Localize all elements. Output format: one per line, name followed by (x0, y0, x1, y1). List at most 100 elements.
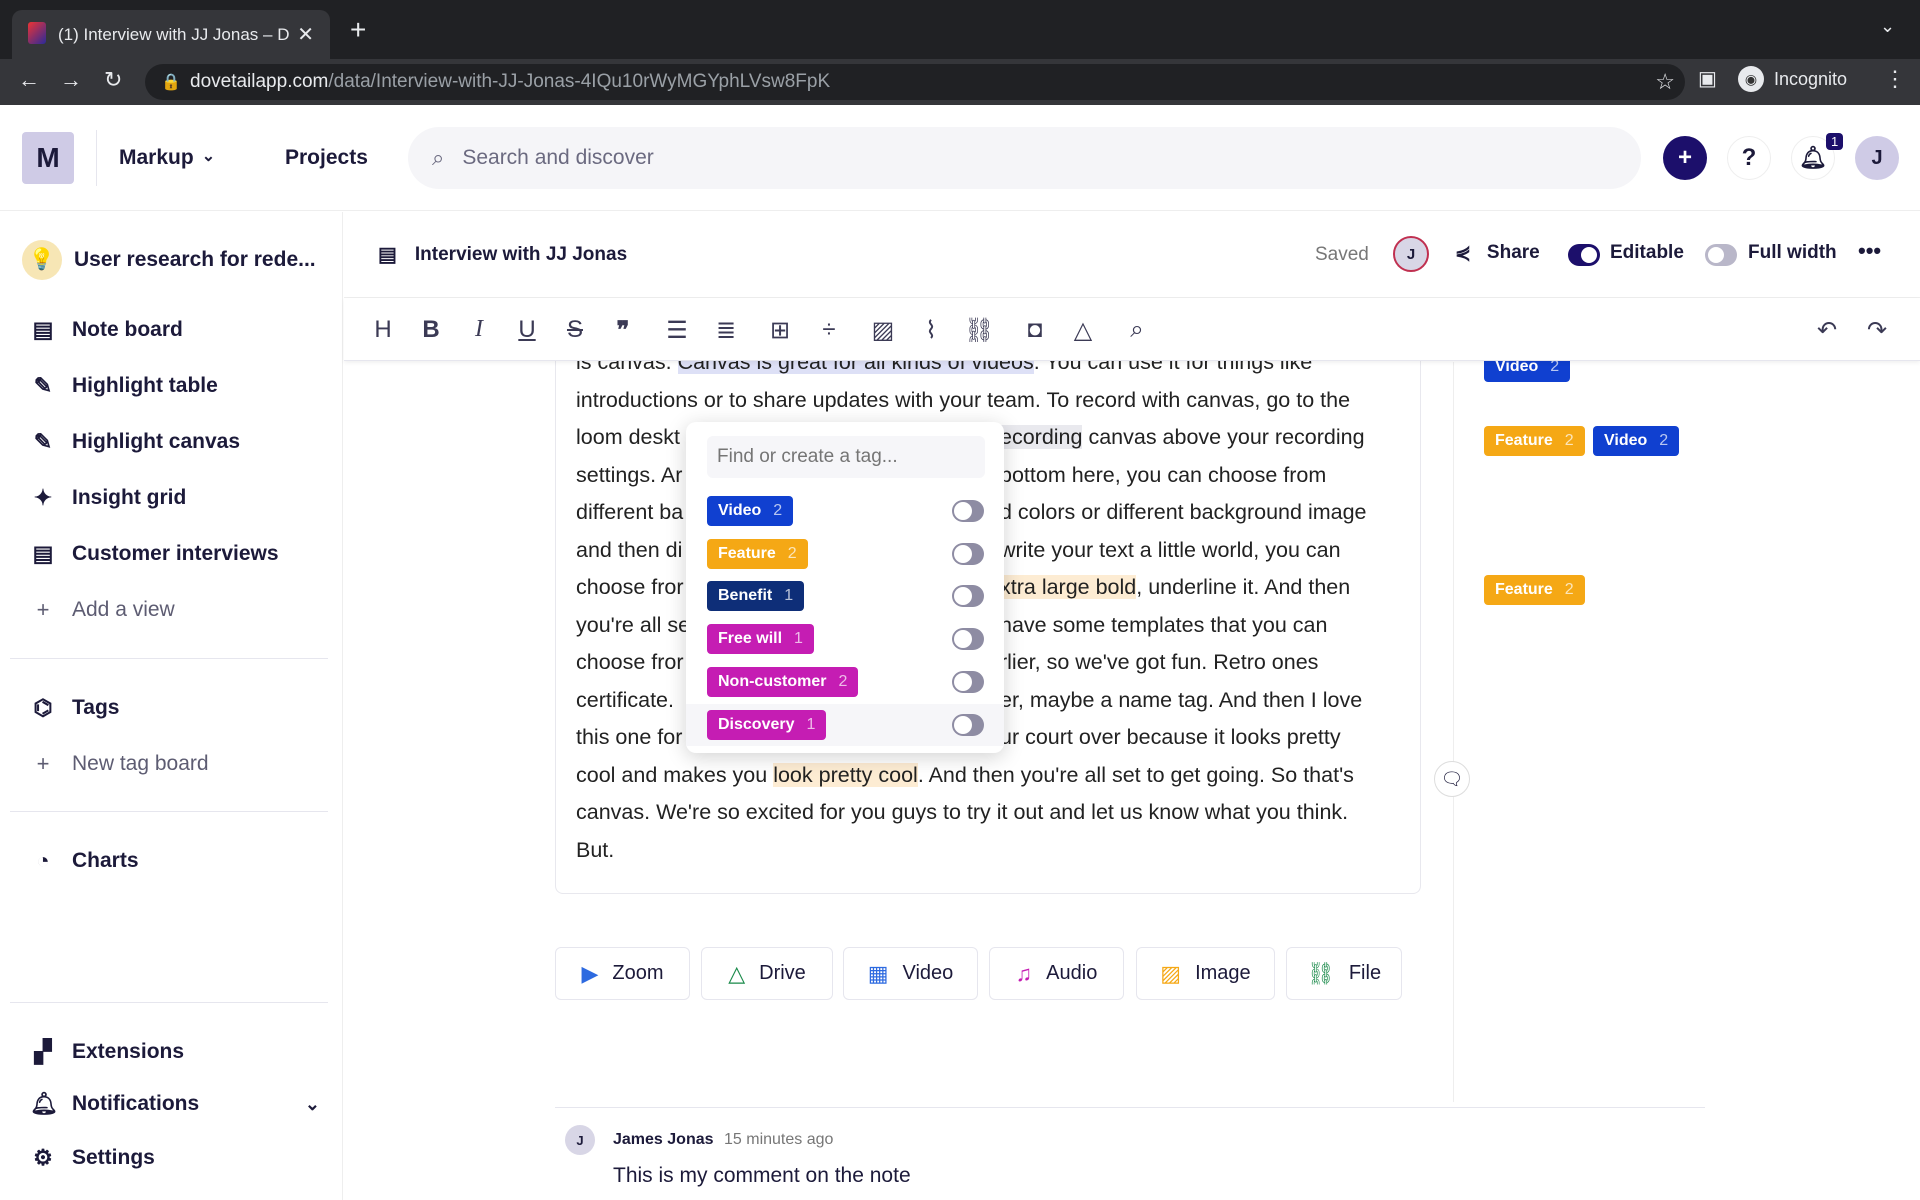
undo-icon[interactable]: ↶ (1812, 316, 1842, 345)
tag-toggle[interactable] (952, 585, 984, 608)
tag-toggle[interactable] (952, 542, 984, 565)
transcript-line[interactable]: canvas. We're so excited for you guys to… (576, 800, 1348, 825)
transcript-line-right[interactable]: xtra large bold, underline it. And then (1000, 575, 1350, 600)
highlighted-text[interactable]: xtra large bold (1000, 575, 1137, 599)
tag-option[interactable]: Feature 2 (686, 533, 1004, 575)
quote-icon[interactable]: ❞ (608, 316, 638, 345)
transcript-line[interactable]: certificate. (576, 688, 674, 713)
help-button[interactable]: ? (1727, 136, 1771, 180)
side-panel-icon[interactable]: ▣ (1698, 66, 1717, 91)
transcript-line-right[interactable]: have some templates that you can (1000, 613, 1327, 638)
browser-tab[interactable]: (1) Interview with JJ Jonas – D ✕ (12, 10, 330, 59)
transcript-line[interactable]: loom deskt (576, 425, 680, 450)
transcript-line[interactable]: cool and makes you look pretty cool. And… (576, 762, 1354, 788)
margin-tag[interactable]: Video 2 (1593, 426, 1680, 456)
back-icon[interactable]: ← (18, 67, 40, 93)
transcript-line-right[interactable]: ur court over because it looks pretty (1000, 725, 1341, 750)
share-button[interactable]: ⋞ Share (1455, 242, 1540, 265)
transcript-line-right[interactable]: rlier, so we've got fun. Retro ones (1000, 650, 1318, 675)
transcript-line[interactable]: introductions or to share updates with y… (576, 388, 1350, 413)
sidebar-item-tags[interactable]: ⌬ Tags (30, 695, 119, 721)
bold-icon[interactable]: B (416, 316, 446, 344)
document-title[interactable]: Interview with JJ Jonas (415, 244, 627, 266)
url-field[interactable]: 🔒 dovetailapp.com/data/Interview-with-JJ… (145, 64, 1685, 100)
reload-icon[interactable]: ↻ (104, 67, 122, 93)
search-replace-icon[interactable]: ⌕ (1122, 316, 1152, 344)
audio-button[interactable]: ♫ Audio (989, 947, 1124, 1000)
highlighted-text[interactable]: look pretty cool (773, 762, 918, 787)
transcript-line-right[interactable]: bottom here, you can choose from (1000, 463, 1326, 488)
tab-list-chevron-icon[interactable]: ⌄ (1880, 16, 1895, 37)
sidebar-item-note-board[interactable]: ▤ Note board (30, 317, 183, 343)
collaborator-avatar[interactable]: J (1393, 236, 1429, 272)
drive-button[interactable]: △ Drive (701, 947, 833, 1000)
tag-option[interactable]: Non-customer 2 (686, 661, 1004, 703)
zoom-button[interactable]: ▶ Zoom (555, 947, 690, 1000)
file-button[interactable]: ⛓ File (1286, 947, 1402, 1000)
new-tab-icon[interactable]: + (350, 14, 366, 46)
heading-icon[interactable]: H (368, 316, 398, 344)
new-tag-board-button[interactable]: + New tag board (30, 751, 209, 777)
workspace-menu[interactable]: Markup ⌄ (119, 146, 215, 170)
transcript-line[interactable]: you're all se (576, 613, 690, 638)
strikethrough-icon[interactable]: S (560, 316, 590, 344)
tag-toggle[interactable] (952, 500, 984, 522)
underline-icon[interactable]: U (512, 316, 542, 344)
transcript-line-right[interactable]: d colors or different background image (1000, 500, 1367, 525)
transcript-line-right[interactable]: er, maybe a name tag. And then I love (1000, 688, 1362, 713)
incognito-badge[interactable]: ◉ Incognito (1738, 66, 1847, 92)
full-width-toggle[interactable] (1705, 244, 1737, 266)
attachment-icon[interactable]: ⌇ (916, 316, 946, 345)
sidebar-item-customer-interviews[interactable]: ▤ Customer interviews (30, 541, 279, 567)
transcript-line-right[interactable]: ecording canvas above your recording (1000, 425, 1365, 450)
sidebar-item-charts[interactable]: ◔ Charts (30, 848, 138, 874)
divider-icon[interactable]: ÷ (814, 316, 844, 344)
transcript-line[interactable]: different ba (576, 500, 683, 525)
more-options-icon[interactable]: ••• (1858, 238, 1881, 264)
tag-option[interactable]: Video 2 (686, 490, 1004, 532)
bookmark-star-icon[interactable]: ☆ (1655, 69, 1675, 95)
browser-menu-icon[interactable]: ⋮ (1884, 66, 1906, 92)
margin-tag[interactable]: Feature 2 (1484, 575, 1585, 605)
transcript-line[interactable]: and then di (576, 538, 682, 563)
create-button[interactable]: + (1663, 136, 1707, 180)
tag-search-input[interactable] (707, 436, 985, 478)
close-tab-icon[interactable]: ✕ (297, 22, 314, 47)
tag-toggle[interactable] (952, 628, 984, 651)
sidebar-item-highlight-canvas[interactable]: ✎ Highlight canvas (30, 429, 240, 455)
tag-option[interactable]: Benefit 1 (686, 575, 1004, 617)
transcript-line[interactable]: choose fror (576, 650, 684, 675)
add-view-button[interactable]: + Add a view (30, 597, 175, 623)
sidebar-item-settings[interactable]: ⚙ Settings (30, 1145, 155, 1171)
video-button[interactable]: ▦ Video (843, 947, 978, 1000)
sidebar-item-notifications[interactable]: 🔔︎ Notifications ⌄ (30, 1091, 320, 1117)
image-icon[interactable]: ▨ (868, 316, 898, 345)
add-comment-icon[interactable]: 🗨︎ (1434, 761, 1470, 797)
workspace-avatar[interactable]: M (22, 132, 74, 184)
sidebar-item-extensions[interactable]: ▞ Extensions (30, 1039, 185, 1065)
tag-option[interactable]: Free will 1 (686, 618, 1004, 660)
transcript-line[interactable]: But. (576, 838, 614, 863)
tag-option[interactable]: Discovery 1 (686, 703, 1004, 746)
transcript-line[interactable]: this one for (576, 725, 682, 750)
tag-toggle[interactable] (952, 670, 984, 693)
transcript-line-right[interactable]: write your text a little world, you can (1000, 538, 1341, 563)
sidebar-item-highlight-table[interactable]: ✎ Highlight table (30, 373, 218, 399)
project-switcher[interactable]: 💡 User research for rede... (22, 240, 316, 280)
editable-toggle[interactable] (1568, 244, 1600, 266)
link-icon[interactable]: ⛓ (964, 316, 994, 345)
transcript-line[interactable]: settings. Ar (576, 463, 682, 488)
projects-link[interactable]: Projects (285, 146, 368, 170)
table-icon[interactable]: ⊞ (765, 316, 795, 345)
margin-tag[interactable]: Feature 2 (1484, 426, 1585, 456)
transcript-line[interactable]: choose fror (576, 575, 684, 600)
italic-icon[interactable]: I (464, 316, 494, 343)
numbered-list-icon[interactable]: ≣ (711, 316, 741, 345)
user-avatar[interactable]: J (1855, 136, 1899, 180)
redo-icon[interactable]: ↷ (1862, 316, 1892, 345)
bullet-list-icon[interactable]: ☰ (662, 316, 692, 345)
drive-icon[interactable]: △ (1068, 316, 1098, 345)
sidebar-item-insight-grid[interactable]: ✦ Insight grid (30, 485, 187, 511)
highlighted-text[interactable]: ecording (1000, 425, 1083, 449)
tag-toggle[interactable] (952, 713, 984, 736)
